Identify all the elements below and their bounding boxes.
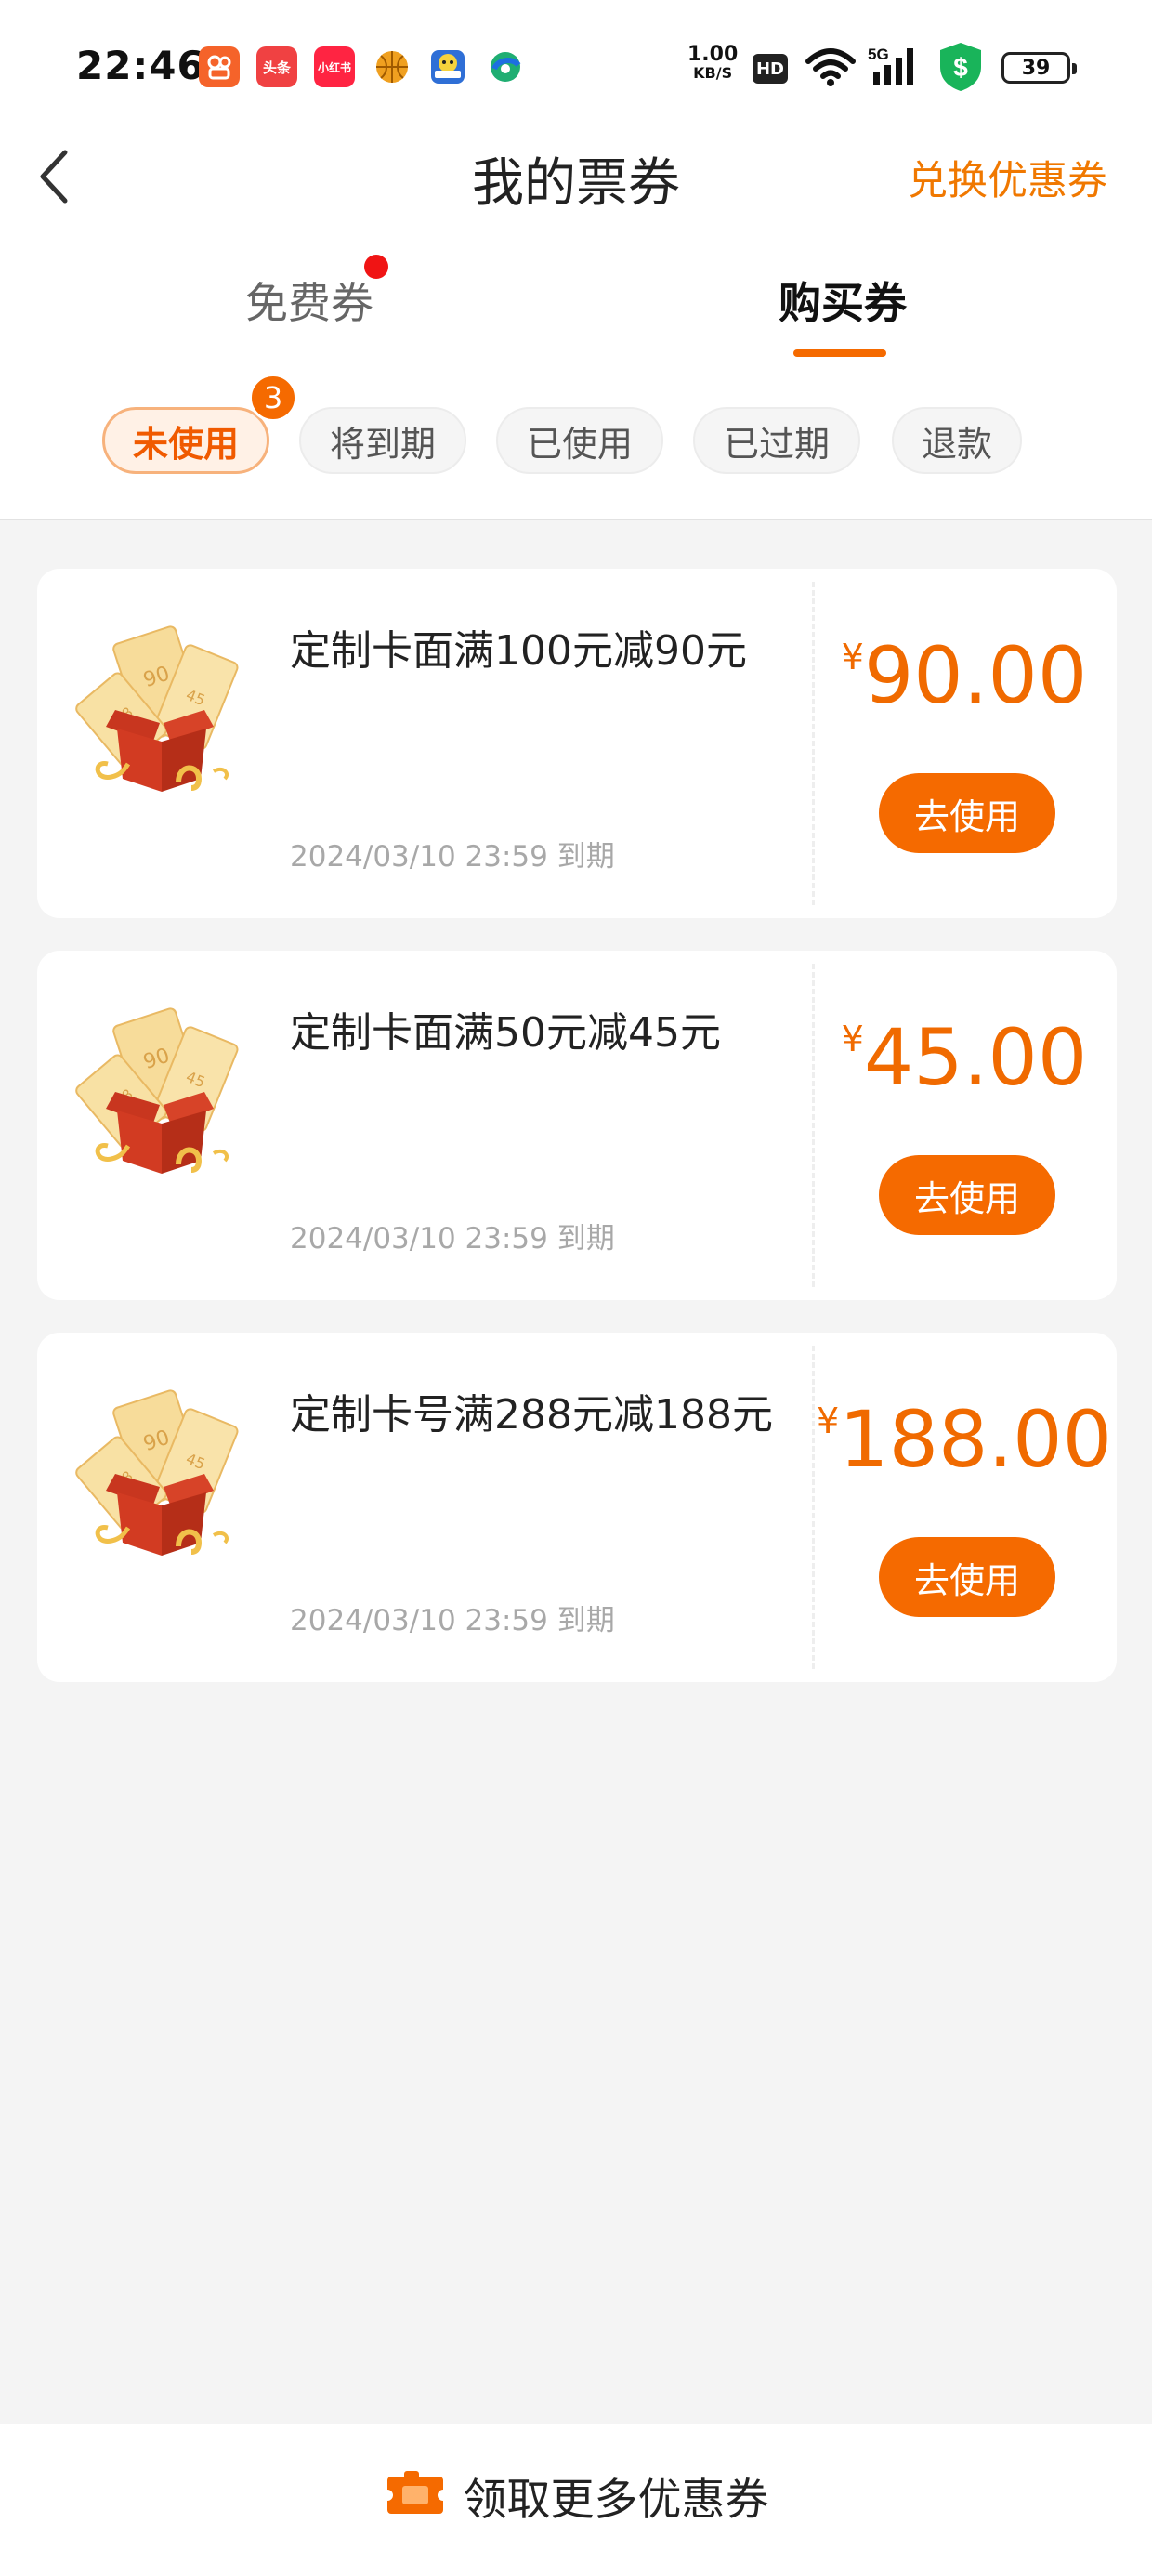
coupon-amount: 45.00: [863, 1012, 1088, 1103]
active-tab-indicator: [793, 349, 886, 357]
currency-symbol: ¥: [841, 637, 864, 677]
status-bar: 22:46 头条 小红书 1.00 KB/S HD 5G $ 39: [0, 0, 1152, 121]
coupon-title: 定制卡面满100元减90元: [290, 627, 747, 675]
filter-expired[interactable]: 已过期: [693, 407, 860, 474]
browser-icon: [485, 46, 526, 87]
page-header: 我的票券 兑换优惠券 免费券 购买券 未使用 3 将到期 已使用 已过期 退款: [0, 121, 1152, 520]
currency-symbol: ¥: [816, 1400, 840, 1441]
battery-icon: 39: [1001, 52, 1077, 84]
notification-dot: [364, 255, 388, 279]
redeem-coupon-link[interactable]: 兑换优惠券: [908, 149, 1107, 206]
coupon-amount: 188.00: [839, 1394, 1113, 1485]
bottom-bar: 领取更多优惠券: [0, 2424, 1152, 2576]
coupon-amount: 90.00: [863, 630, 1088, 721]
filter-expiring[interactable]: 将到期: [299, 407, 466, 474]
coupon-title: 定制卡面满50元减45元: [290, 1009, 721, 1057]
basketball-icon: [372, 46, 412, 87]
coupon-price: ¥90.00: [812, 630, 1117, 721]
toutiao-icon: 头条: [256, 46, 297, 87]
coupon-expiry: 2024/03/10 23:59 到期: [290, 1222, 615, 1255]
gift-box-icon: [74, 624, 251, 792]
unused-count-badge: 3: [249, 374, 297, 422]
currency-symbol: ¥: [841, 1019, 864, 1059]
app-robot-icon: [427, 46, 468, 87]
coupon-title: 定制卡号满288元减188元: [290, 1391, 773, 1439]
filter-unused[interactable]: 未使用: [102, 407, 269, 474]
xiaohongshu-icon: 小红书: [314, 46, 355, 87]
use-coupon-button[interactable]: 去使用: [879, 1537, 1055, 1617]
use-coupon-button[interactable]: 去使用: [879, 773, 1055, 853]
coupon-expiry: 2024/03/10 23:59 到期: [290, 1604, 615, 1637]
coupon-price: ¥188.00: [812, 1394, 1117, 1485]
signal-label: 5G: [868, 46, 889, 63]
network-speed: 1.00 KB/S: [687, 43, 739, 82]
signal-icon: 5G: [868, 45, 923, 91]
gift-box-icon: [74, 1388, 251, 1556]
ticket-icon: [386, 2471, 443, 2514]
battery-level: 39: [1021, 56, 1051, 80]
svg-text:$: $: [953, 53, 968, 82]
coupon-card: 定制卡面满50元减45元 2024/03/10 23:59 到期 ¥45.00 …: [37, 951, 1117, 1300]
filter-refund[interactable]: 退款: [892, 407, 1022, 474]
get-more-coupons-button[interactable]: 领取更多优惠券: [384, 2464, 769, 2528]
coupon-price: ¥45.00: [812, 1012, 1117, 1103]
gift-box-icon: [74, 1006, 251, 1174]
use-coupon-button[interactable]: 去使用: [879, 1155, 1055, 1235]
security-shield-icon: $: [936, 41, 985, 97]
tab-purchased-coupons[interactable]: 购买券: [779, 269, 907, 331]
clock: 22:46: [76, 43, 205, 88]
get-more-coupons-label: 领取更多优惠券: [463, 2474, 769, 2526]
hd-badge: HD: [753, 54, 788, 84]
kuaishou-icon: [199, 46, 240, 87]
wifi-icon: [805, 46, 857, 91]
coupon-card: 定制卡面满100元减90元 2024/03/10 23:59 到期 ¥90.00…: [37, 569, 1117, 918]
coupon-expiry: 2024/03/10 23:59 到期: [290, 840, 615, 874]
coupon-card: 定制卡号满288元减188元 2024/03/10 23:59 到期 ¥188.…: [37, 1333, 1117, 1682]
filter-used[interactable]: 已使用: [496, 407, 663, 474]
tab-free-coupons[interactable]: 免费券: [245, 269, 373, 331]
